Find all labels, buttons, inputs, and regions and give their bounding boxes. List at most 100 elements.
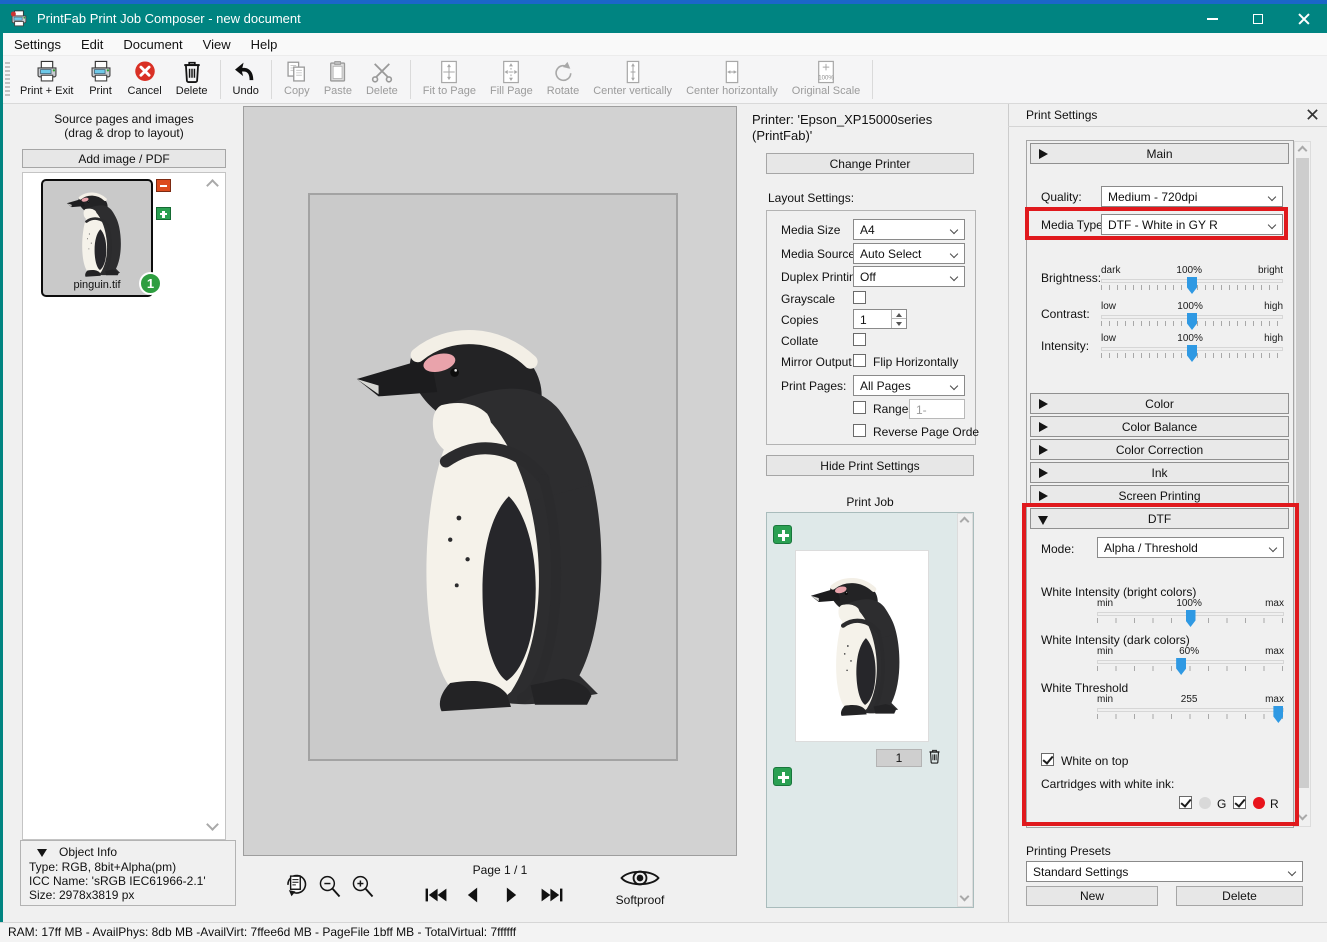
section-header-main[interactable]: Main — [1030, 143, 1289, 164]
list-scroll-down-icon[interactable] — [206, 818, 219, 831]
collate-checkbox[interactable] — [853, 333, 866, 346]
status-bar: RAM: 17ff MB - AvailPhys: 8db MB -AvailV… — [0, 922, 1327, 942]
menu-document[interactable]: Document — [113, 33, 192, 55]
source-list[interactable]: pinguin.tif 1 — [22, 172, 226, 840]
reverse-order-checkbox[interactable] — [853, 424, 866, 437]
print-settings-scrollbar[interactable] — [1294, 141, 1311, 827]
add-image-button[interactable]: Add image / PDF — [22, 149, 226, 168]
section-header-color-correction[interactable]: Color Correction — [1030, 439, 1289, 460]
print-pages-select[interactable]: All Pages — [853, 375, 965, 396]
cartridge-g-checkbox[interactable] — [1179, 796, 1192, 809]
add-copy-button[interactable] — [156, 207, 171, 220]
white-on-top-checkbox[interactable] — [1041, 753, 1054, 766]
source-item-pinguin[interactable]: pinguin.tif — [41, 179, 153, 297]
menu-view[interactable]: View — [193, 33, 241, 55]
slider-thumb[interactable] — [1273, 706, 1284, 723]
layout-page[interactable] — [308, 193, 678, 761]
titlebar[interactable]: PrintFab Print Job Composer - new docume… — [0, 4, 1327, 33]
print-settings-box: Main Quality: Medium - 720dpi Media Type… — [1026, 140, 1294, 828]
scroll-up-icon[interactable] — [1297, 145, 1308, 156]
menu-help[interactable]: Help — [241, 33, 288, 55]
section-header-ink[interactable]: Ink — [1030, 462, 1289, 483]
page-copies-button[interactable]: 1 — [876, 749, 922, 767]
media-type-select[interactable]: DTF - White in GY R — [1101, 214, 1283, 235]
preset-delete-button[interactable]: Delete — [1176, 886, 1303, 906]
white-threshold-slider[interactable]: min 255 max — [1097, 694, 1284, 723]
print-job-page[interactable] — [795, 550, 929, 742]
preset-new-button[interactable]: New — [1026, 886, 1158, 906]
brightness-slider[interactable]: dark 100% bright — [1101, 265, 1283, 294]
section-header-color-balance[interactable]: Color Balance — [1030, 416, 1289, 437]
slider-thumb[interactable] — [1176, 658, 1187, 675]
rotate-button: Rotate — [540, 56, 586, 103]
slider-track[interactable] — [1097, 660, 1284, 664]
section-header-dtf[interactable]: DTF — [1030, 508, 1289, 529]
slider-thumb[interactable] — [1187, 313, 1197, 330]
close-print-settings-button[interactable] — [1306, 108, 1320, 122]
minimize-button[interactable] — [1189, 4, 1235, 33]
source-item-filename: pinguin.tif — [73, 279, 121, 291]
white-dark-slider[interactable]: min 60% max — [1097, 646, 1284, 675]
media-source-select[interactable]: Auto Select — [853, 243, 965, 264]
printer-name-line2: (PrintFab)' — [752, 128, 813, 143]
scroll-down-icon[interactable] — [1297, 810, 1308, 821]
change-printer-button[interactable]: Change Printer — [766, 153, 974, 174]
undo-button[interactable]: Undo — [226, 56, 266, 103]
last-page-button[interactable] — [540, 885, 564, 905]
previous-page-button[interactable] — [466, 885, 479, 905]
media-size-select[interactable]: A4 — [853, 219, 965, 240]
delete-page-button[interactable] — [926, 746, 943, 767]
menu-edit[interactable]: Edit — [71, 33, 113, 55]
add-page-after-button[interactable] — [773, 767, 792, 786]
maximize-icon — [1253, 13, 1263, 24]
hide-print-settings-button[interactable]: Hide Print Settings — [766, 455, 974, 476]
layout-image-pinguin[interactable] — [346, 287, 650, 749]
trash-icon — [926, 746, 943, 767]
print-exit-button[interactable]: Print + Exit — [13, 56, 81, 103]
zoom-out-button[interactable] — [317, 874, 343, 900]
print-job-scrollbar[interactable] — [957, 513, 973, 907]
maximize-button[interactable] — [1235, 4, 1281, 33]
remove-copy-button[interactable] — [156, 179, 171, 192]
duplex-select[interactable]: Off — [853, 266, 965, 287]
print-button[interactable]: Print — [81, 56, 121, 103]
cartridge-r-checkbox[interactable] — [1233, 796, 1246, 809]
list-scroll-up-icon[interactable] — [206, 179, 219, 192]
section-header-color[interactable]: Color — [1030, 393, 1289, 414]
next-page-button[interactable] — [505, 885, 518, 905]
collapse-icon[interactable] — [37, 849, 47, 857]
print-job-panel[interactable]: 1 — [766, 512, 974, 908]
spin-up-button[interactable] — [891, 310, 906, 319]
first-page-button[interactable] — [424, 885, 448, 905]
layout-canvas[interactable] — [243, 106, 737, 856]
white-bright-slider[interactable]: min 100% max — [1097, 598, 1284, 627]
slider-thumb[interactable] — [1187, 277, 1197, 294]
delete-button[interactable]: Delete — [169, 56, 215, 103]
close-button[interactable] — [1281, 4, 1327, 33]
scroll-down-icon[interactable] — [959, 891, 970, 902]
intensity-slider[interactable]: low 100% high — [1101, 333, 1283, 362]
dtf-mode-select[interactable]: Alpha / Threshold — [1097, 537, 1284, 558]
menu-settings[interactable]: Settings — [4, 33, 71, 55]
spin-down-button[interactable] — [891, 319, 906, 328]
section-header-screen-printing[interactable]: Screen Printing — [1030, 485, 1289, 506]
scrollbar-thumb[interactable] — [1296, 158, 1309, 788]
slider-thumb[interactable] — [1187, 345, 1197, 362]
toolbar-gripper[interactable] — [5, 62, 10, 97]
scroll-up-icon[interactable] — [959, 516, 970, 527]
quality-select[interactable]: Medium - 720dpi — [1101, 186, 1283, 207]
flip-horizontally-checkbox[interactable] — [853, 354, 866, 367]
cancel-button[interactable]: Cancel — [121, 56, 169, 103]
contrast-slider[interactable]: low 100% high — [1101, 301, 1283, 330]
ranges-checkbox[interactable] — [853, 401, 866, 414]
slider-track[interactable] — [1097, 708, 1284, 712]
presets-select[interactable]: Standard Settings — [1026, 861, 1303, 882]
copies-spinner[interactable]: 1 — [853, 309, 907, 329]
add-page-before-button[interactable] — [773, 525, 792, 544]
slider-thumb[interactable] — [1185, 610, 1196, 627]
rotate-view-button[interactable] — [281, 870, 309, 898]
softproof-button[interactable]: Softproof — [608, 866, 672, 907]
ranges-input[interactable]: 1- — [909, 399, 965, 419]
zoom-in-button[interactable] — [350, 874, 376, 900]
grayscale-checkbox[interactable] — [853, 291, 866, 304]
